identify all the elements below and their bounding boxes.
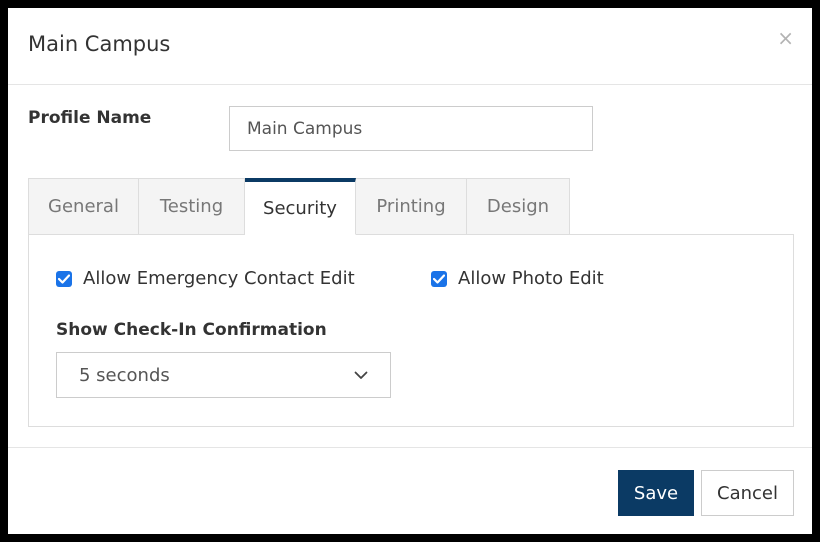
- photo-edit-option[interactable]: Allow Photo Edit: [431, 268, 604, 289]
- tab-testing[interactable]: Testing: [139, 178, 245, 235]
- checkmark-icon: [58, 273, 70, 284]
- security-tab-panel: Allow Emergency Contact Edit Allow Photo…: [28, 234, 794, 427]
- profile-modal: Main Campus × Profile Name General Testi…: [8, 8, 812, 534]
- checkin-confirmation-select[interactable]: 5 seconds: [56, 352, 391, 398]
- chevron-down-icon: [354, 371, 368, 379]
- profile-name-label: Profile Name: [28, 108, 152, 128]
- cancel-button[interactable]: Cancel: [701, 470, 794, 516]
- emergency-contact-edit-checkbox[interactable]: [56, 270, 72, 287]
- checkin-confirmation-label: Show Check-In Confirmation: [56, 320, 327, 340]
- tab-printing[interactable]: Printing: [356, 178, 467, 235]
- tab-design[interactable]: Design: [467, 178, 570, 235]
- emergency-contact-edit-label: Allow Emergency Contact Edit: [83, 268, 355, 289]
- tab-general[interactable]: General: [28, 178, 139, 235]
- photo-edit-checkbox[interactable]: [431, 270, 447, 287]
- modal-footer: Save Cancel: [8, 447, 812, 534]
- tab-security[interactable]: Security: [245, 178, 356, 235]
- checkin-confirmation-value: 5 seconds: [79, 364, 170, 386]
- tab-bar: General Testing Security Printing Design: [28, 178, 570, 235]
- photo-edit-label: Allow Photo Edit: [458, 268, 604, 289]
- emergency-contact-edit-option[interactable]: Allow Emergency Contact Edit: [56, 268, 355, 289]
- modal-header: Main Campus ×: [8, 8, 812, 85]
- save-button[interactable]: Save: [618, 470, 694, 516]
- modal-title: Main Campus: [28, 32, 171, 56]
- checkmark-icon: [433, 273, 445, 284]
- profile-name-input[interactable]: [229, 106, 593, 151]
- close-icon[interactable]: ×: [777, 28, 794, 48]
